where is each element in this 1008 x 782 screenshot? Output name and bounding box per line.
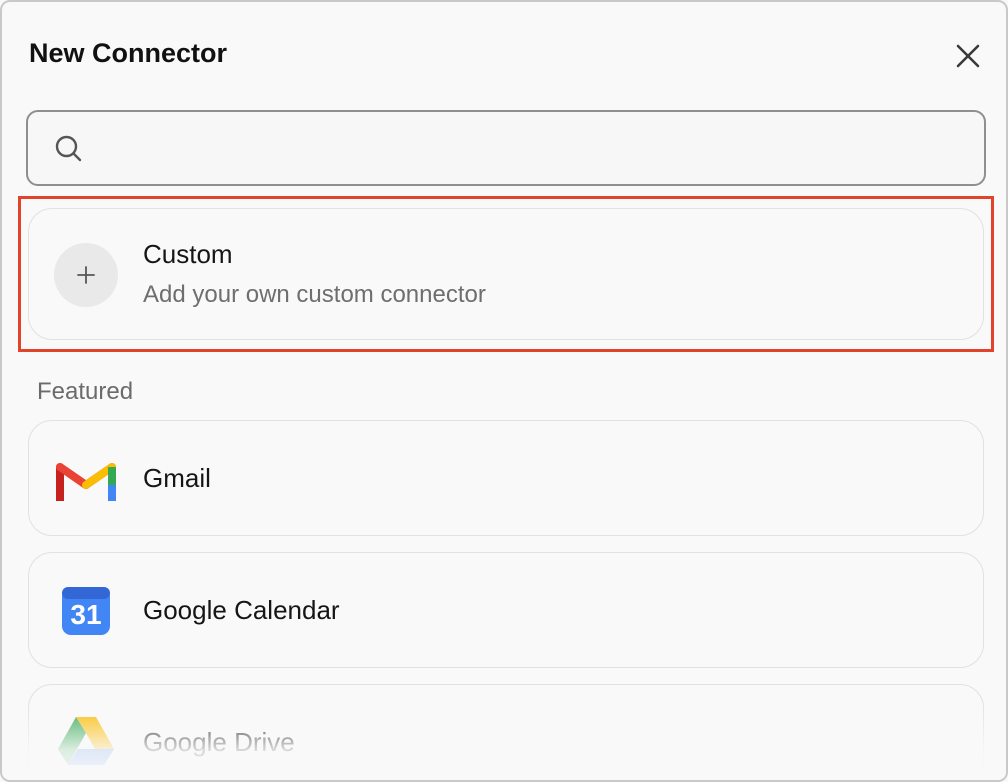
gmail-logo bbox=[56, 463, 116, 501]
search-icon bbox=[55, 135, 82, 162]
new-connector-dialog: New Connector Custom Add your own custom… bbox=[0, 0, 1008, 782]
close-button[interactable] bbox=[952, 40, 984, 72]
connector-label-gmail: Gmail bbox=[143, 463, 211, 493]
google-calendar-logo: 31 bbox=[62, 587, 110, 635]
featured-section-label: Featured bbox=[37, 378, 134, 405]
search-box[interactable] bbox=[26, 110, 986, 186]
dialog-title: New Connector bbox=[29, 38, 228, 68]
close-icon bbox=[956, 44, 980, 68]
connector-item-google-drive[interactable]: Google Drive bbox=[28, 684, 984, 780]
calendar-day-number: 31 bbox=[70, 599, 101, 630]
connector-label-google-drive: Google Drive bbox=[143, 727, 295, 757]
highlight-box bbox=[18, 196, 994, 352]
google-drive-logo bbox=[58, 717, 114, 765]
search-input[interactable] bbox=[100, 126, 964, 172]
connector-item-gmail[interactable]: Gmail bbox=[28, 420, 984, 536]
connector-label-google-calendar: Google Calendar bbox=[143, 595, 340, 625]
connector-item-google-calendar[interactable]: 31 Google Calendar bbox=[28, 552, 984, 668]
